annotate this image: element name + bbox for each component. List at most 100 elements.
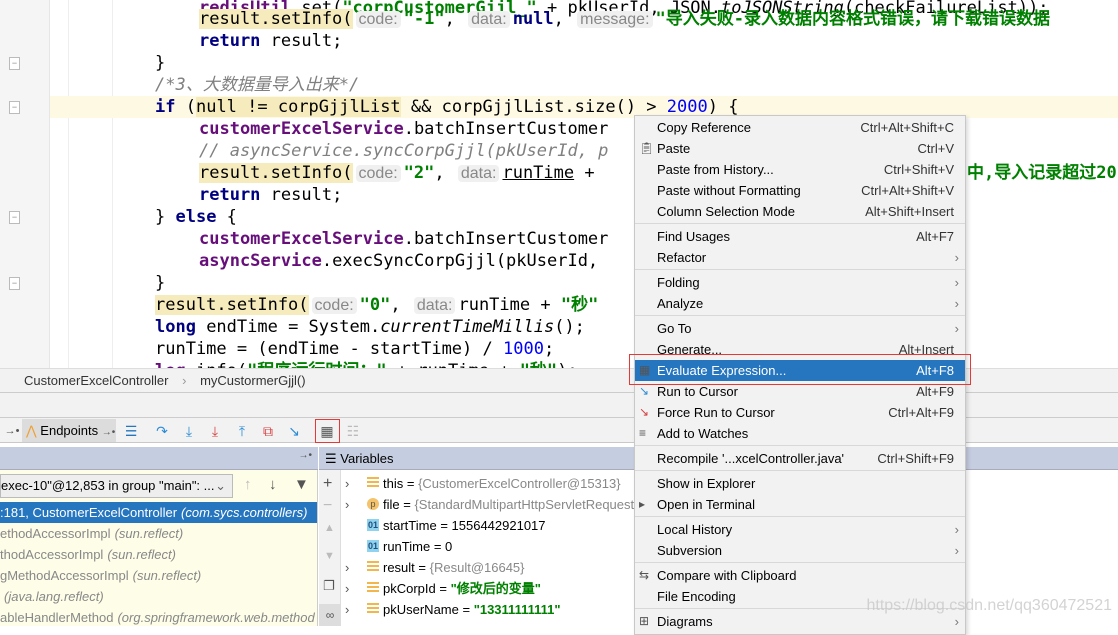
code-token: .batchInsertCustomer (403, 229, 609, 249)
trace-stream-icon[interactable]: ☷ (343, 421, 363, 441)
menu-item-refactor[interactable]: Refactor › (635, 247, 965, 268)
menu-item-add-to-watches[interactable]: ≡ Add to Watches (635, 423, 965, 444)
code-token: } (155, 53, 166, 73)
breadcrumb-class[interactable]: CustomerExcelController (24, 373, 169, 388)
code-token: , (434, 163, 455, 183)
menu-item-subversion[interactable]: Subversion › (635, 540, 965, 561)
thread-selector[interactable]: exec-10"@12,853 in group "main": ... ⌄ (0, 474, 233, 498)
code-token: runTime + (458, 295, 561, 315)
menu-item-go-to[interactable]: Go To › (635, 318, 965, 339)
menu-item-show-in-explorer[interactable]: Show in Explorer (635, 473, 965, 494)
menu-item-recompile-xcelcontroller-java[interactable]: Recompile '...xcelController.java' Ctrl+S… (635, 448, 965, 469)
parameter-hint: data: (468, 11, 510, 28)
menu-item-shortcut: Ctrl+V (917, 141, 954, 156)
frame-package: (sun.reflect) (107, 547, 176, 562)
move-down-icon[interactable]: ▼ (324, 550, 335, 562)
code-token: && corpGjjlList.size() > (400, 97, 667, 117)
show-execution-point-icon[interactable]: ☰ (121, 421, 141, 441)
endpoints-tab[interactable]: ⋀ Endpoints →• (22, 419, 116, 442)
menu-item-copy-reference[interactable]: Copy Reference Ctrl+Alt+Shift+C (635, 117, 965, 138)
menu-item-analyze[interactable]: Analyze › (635, 293, 965, 314)
menu-item-evaluate-expression[interactable]: ▦ Evaluate Expression... Alt+F8 (635, 360, 965, 381)
menu-item-label: Evaluate Expression... (657, 363, 787, 378)
menu-item-generate[interactable]: Generate... Alt+Insert (635, 339, 965, 360)
menu-item-shortcut: Ctrl+Shift+F9 (877, 451, 954, 466)
parameter-hint: code: (355, 165, 401, 182)
frame-method: ableHandlerMethod (0, 610, 114, 625)
pin-icon[interactable]: →• (2, 421, 22, 441)
expand-arrow-icon[interactable]: › (345, 473, 349, 494)
code-token: ; (543, 339, 555, 359)
step-out-icon[interactable]: ⤒ (232, 421, 252, 441)
drop-frame-icon[interactable]: ⧉ (258, 421, 278, 441)
remove-icon[interactable]: − (323, 497, 332, 515)
pin-icon[interactable]: →• (298, 450, 312, 461)
copy-icon[interactable]: ❐ (323, 578, 335, 594)
menu-item-column-selection-mode[interactable]: Column Selection Mode Alt+Shift+Insert (635, 201, 965, 222)
menu-item-open-in-terminal[interactable]: ▸ Open in Terminal (635, 494, 965, 515)
breadcrumb-method[interactable]: myCustormerGjjl() (200, 373, 305, 388)
fold-marker-icon[interactable]: − (9, 211, 20, 224)
variable-type-icon (367, 477, 379, 489)
step-over-icon[interactable]: ↷ (152, 421, 172, 441)
menu-item-paste-from-history[interactable]: Paste from History... Ctrl+Shift+V (635, 159, 965, 180)
fold-marker-icon[interactable]: − (9, 101, 20, 114)
arrow-down-icon[interactable]: ↓ (269, 476, 277, 493)
code-token: ) { (707, 97, 739, 117)
force-step-into-icon[interactable]: ⤓ (205, 421, 225, 441)
run-to-cursor-icon[interactable]: ↘ (284, 421, 304, 441)
menu-item-find-usages[interactable]: Find Usages Alt+F7 (635, 226, 965, 247)
variables-toolbar: + − ▲ ▼ ❐ ∞ (319, 470, 341, 626)
evaluate-expression-button[interactable]: ▦ (315, 419, 340, 443)
menu-item-folding[interactable]: Folding › (635, 272, 965, 293)
fold-marker-icon[interactable]: − (9, 57, 20, 70)
menu-item-paste[interactable]: 📋︎ Paste Ctrl+V (635, 138, 965, 159)
stack-frame[interactable]: ethodAccessorImpl (sun.reflect) (0, 523, 317, 544)
expand-arrow-icon[interactable]: › (345, 557, 349, 578)
code-token: return (199, 31, 261, 51)
menu-item-shortcut: Alt+Insert (898, 342, 954, 357)
filter-icon[interactable]: ▼ (294, 476, 309, 493)
watches-icon[interactable]: ∞ (319, 604, 341, 626)
parameter-hint: code: (311, 297, 357, 314)
menu-item-force-run-to-cursor[interactable]: ↘ Force Run to Cursor Ctrl+Alt+F9 (635, 402, 965, 423)
expand-arrow-icon[interactable]: › (345, 494, 349, 515)
code-token: customerExcelService (199, 229, 404, 249)
menu-item-run-to-cursor[interactable]: ↘ Run to Cursor Alt+F9 (635, 381, 965, 402)
menu-item-label: Subversion (657, 543, 723, 558)
add-icon[interactable]: + (323, 475, 332, 493)
menu-item-label: Show in Explorer (657, 476, 756, 491)
parameter-hint: message: (577, 11, 653, 28)
stack-frame[interactable]: ableHandlerMethod (org.springframework.we… (0, 607, 317, 626)
code-token: "导入失败-录入数据内容格式错误，请下载错误数据 (655, 9, 1050, 29)
step-into-icon[interactable]: ⤓ (179, 421, 199, 441)
fold-marker-icon[interactable]: − (9, 277, 20, 290)
menu-item-local-history[interactable]: Local History › (635, 519, 965, 540)
menu-item-label: File Encoding (657, 589, 736, 604)
stack-frame[interactable]: thodAccessorImpl (sun.reflect) (0, 544, 317, 565)
variable-value: 1556442921017 (451, 518, 546, 533)
expand-arrow-icon[interactable]: › (345, 578, 349, 599)
arrow-up-icon[interactable]: ↑ (244, 476, 252, 493)
parameter-hint: data: (413, 297, 456, 314)
expand-arrow-icon[interactable]: › (345, 599, 349, 620)
code-token: + runTime + (387, 361, 520, 368)
code-token: (); (554, 317, 585, 337)
stack-frame[interactable]: :181, CustomerExcelController (com.sycs.c… (0, 502, 317, 523)
menu-item-label: Diagrams (657, 614, 713, 629)
code-token: , (444, 9, 466, 29)
menu-item-compare-with-clipboard[interactable]: ⇆ Compare with Clipboard (635, 565, 965, 586)
move-up-icon[interactable]: ▲ (324, 522, 335, 534)
pin-icon[interactable]: →• (102, 427, 116, 438)
variable-name: startTime (383, 518, 437, 533)
menu-item-shortcut: Alt+F7 (916, 229, 954, 244)
code-token: ); (557, 361, 577, 368)
run-to-cursor-icon: ↘ (639, 384, 650, 398)
variable-type-icon (367, 561, 379, 573)
menu-item-paste-without-formatting[interactable]: Paste without Formatting Ctrl+Alt+Shift+V (635, 180, 965, 201)
code-token: , (553, 9, 575, 29)
frame-method: ethodAccessorImpl (0, 526, 111, 541)
code-line: } (50, 52, 1118, 74)
stack-frame[interactable]: gMethodAccessorImpl (sun.reflect) (0, 565, 317, 586)
stack-frame[interactable]: (java.lang.reflect) (0, 586, 317, 607)
